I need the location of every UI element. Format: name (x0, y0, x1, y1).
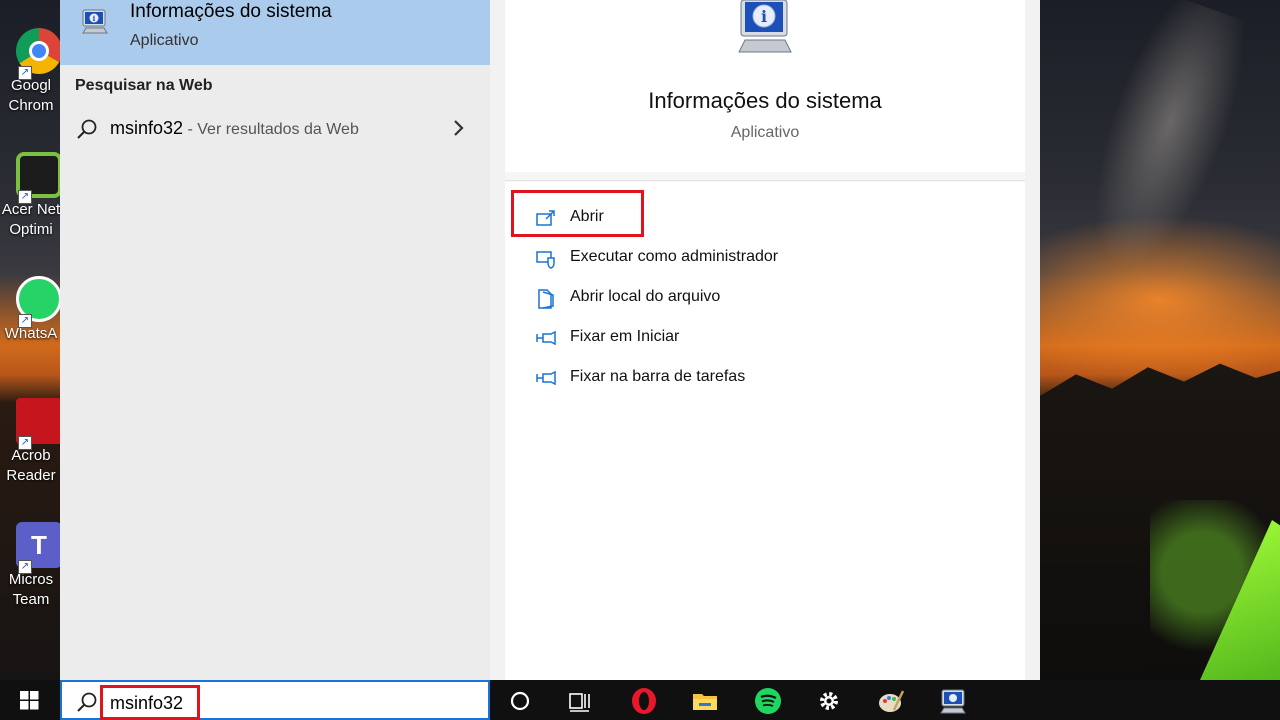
chevron-right-icon[interactable] (452, 118, 464, 138)
results-pane: i Informações do sistema Aplicativo Pesq… (60, 0, 490, 680)
file-location-icon (538, 289, 554, 309)
action-open-file-location[interactable]: Abrir local do arquivo (535, 284, 935, 314)
action-label: Fixar em Iniciar (570, 328, 680, 345)
highlight-search-text (100, 685, 200, 720)
action-label: Executar como administrador (570, 248, 779, 265)
shield-icon (536, 251, 555, 269)
spotify-icon[interactable] (753, 686, 783, 716)
windows-start-icon[interactable] (0, 680, 60, 720)
detail-divider (505, 180, 1025, 181)
desktop-icon-acer-network[interactable]: ↗ Acer Net Optimi (0, 152, 62, 240)
shortcut-arrow-icon: ↗ (18, 560, 32, 574)
system-info-icon[interactable] (938, 686, 968, 716)
desktop-icon-whatsapp[interactable]: ↗ WhatsA (0, 276, 62, 344)
best-match-subtitle: Aplicativo (130, 32, 199, 49)
task-view-icon[interactable] (565, 686, 595, 716)
file-explorer-icon[interactable] (690, 686, 720, 716)
search-icon (77, 119, 97, 139)
shortcut-arrow-icon: ↗ (18, 314, 32, 328)
shortcut-arrow-icon: ↗ (18, 66, 32, 80)
best-match-title: Informações do sistema (130, 1, 332, 22)
web-section-header: Pesquisar na Web (75, 77, 213, 94)
pin-icon (536, 330, 556, 346)
action-label: Abrir local do arquivo (570, 288, 721, 305)
action-pin-to-taskbar[interactable]: Fixar na barra de tarefas (535, 364, 935, 394)
opera-icon[interactable] (629, 686, 659, 716)
pin-icon (536, 370, 556, 386)
shortcut-arrow-icon: ↗ (18, 436, 32, 450)
action-pin-to-start[interactable]: Fixar em Iniciar (535, 324, 935, 354)
highlight-open-action (511, 190, 644, 237)
best-match-item[interactable]: i Informações do sistema Aplicativo (60, 0, 490, 65)
desktop-icon-acrobat[interactable]: ↗ Acrob Reader (0, 398, 62, 486)
search-icon (77, 692, 97, 712)
desktop-icon-chrome[interactable]: ↗ Googl Chrom (0, 28, 62, 116)
search-panel: i Informações do sistema Aplicativo Pesq… (60, 0, 1040, 680)
web-result-text: msinfo32 - Ver resultados da Web (110, 118, 359, 139)
svg-text:i: i (761, 7, 767, 26)
detail-pane: i Informações do sistema Aplicativo Abri… (505, 0, 1025, 680)
settings-icon[interactable] (814, 686, 844, 716)
svg-text:i: i (93, 14, 96, 23)
web-suffix: - Ver resultados da Web (183, 121, 359, 138)
paint-icon[interactable] (876, 686, 906, 716)
desktop-icon-label: Optimi (9, 221, 53, 238)
desktop-icon-teams[interactable]: T ↗ Micros Team (0, 522, 62, 610)
system-info-large-icon: i (738, 0, 792, 53)
system-info-icon: i (82, 9, 108, 34)
desktop-icon-label: Team (12, 591, 50, 608)
detail-subtitle: Aplicativo (730, 124, 800, 141)
desktop-icon-label: Reader (6, 467, 56, 484)
desktop-icon-label: Chrom (8, 97, 54, 114)
action-label: Fixar na barra de tarefas (570, 368, 746, 385)
wallpaper-sky (1005, 0, 1280, 329)
action-run-as-admin[interactable]: Executar como administrador (535, 244, 935, 274)
web-search-result[interactable]: msinfo32 - Ver resultados da Web (60, 108, 490, 150)
web-query: msinfo32 (110, 118, 184, 138)
cortana-icon[interactable] (505, 686, 535, 716)
shortcut-arrow-icon: ↗ (18, 190, 32, 204)
detail-title: Informações do sistema (648, 88, 882, 113)
